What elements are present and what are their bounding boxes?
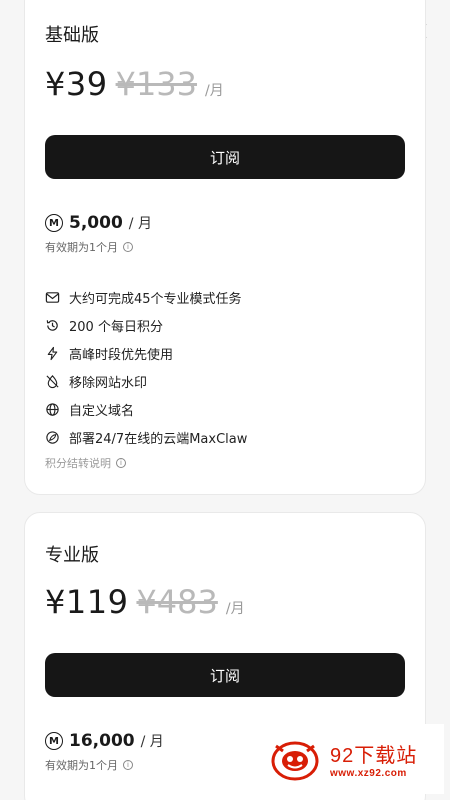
feature-item: 移除网站水印: [45, 367, 405, 395]
current-price: ¥119: [45, 583, 129, 621]
credits-amount: 16,000: [69, 731, 135, 751]
price-period: /月: [225, 601, 245, 617]
credits-rollover-note[interactable]: 积分结转说明 i: [45, 455, 126, 471]
feature-text: 移除网站水印: [69, 375, 148, 391]
info-icon: i: [116, 458, 126, 468]
site-watermark: 92下载站 www.xz92.com: [258, 724, 444, 794]
lightning-icon: [47, 346, 58, 360]
feature-item: 大约可完成45个专业模式任务: [45, 283, 405, 311]
validity-text: 有效期为1个月 i: [45, 757, 133, 773]
credits-icon: M: [45, 732, 63, 750]
credits-unit: / 月: [128, 216, 152, 232]
credits-icon: M: [45, 214, 63, 232]
original-price: ¥133: [115, 65, 198, 103]
price-row: ¥119 ¥483 /月: [45, 583, 245, 621]
info-icon[interactable]: i: [123, 242, 133, 252]
plan-card-basic: 基础版 ¥39 ¥133 /月 订阅 M 5,000 / 月 有效期为1个月 i…: [24, 0, 426, 495]
feature-text: 高峰时段优先使用: [69, 347, 174, 363]
feature-text: 自定义域名: [69, 403, 135, 419]
feature-text: 200 个每日积分: [69, 319, 163, 335]
watermark-url: www.xz92.com: [330, 768, 407, 779]
feature-text: 大约可完成45个专业模式任务: [69, 291, 242, 307]
price-period: /月: [205, 83, 224, 99]
plan-title: 专业版: [45, 545, 99, 566]
note-label: 积分结转说明: [45, 457, 111, 470]
feature-item: 200 个每日积分: [45, 311, 405, 339]
subscribe-button[interactable]: 订阅: [45, 653, 405, 697]
history-icon: [46, 319, 58, 331]
current-price: ¥39: [45, 65, 108, 103]
price-row: ¥39 ¥133 /月: [45, 65, 224, 103]
subscribe-button[interactable]: 订阅: [45, 135, 405, 179]
feature-item: 部署24/7在线的云端MaxClaw: [45, 423, 405, 451]
validity-label: 有效期为1个月: [45, 759, 118, 772]
credits-row: M 5,000 / 月: [45, 213, 152, 233]
info-icon[interactable]: i: [123, 760, 133, 770]
feature-list: 大约可完成45个专业模式任务 200 个每日积分 高峰时段优先使用 移除网站水印…: [45, 283, 405, 451]
feature-item: 自定义域名: [45, 395, 405, 423]
globe-icon: [46, 402, 59, 416]
cloud-deploy-icon: [46, 430, 59, 444]
credits-amount: 5,000: [69, 213, 123, 233]
feature-item: 高峰时段优先使用: [45, 339, 405, 367]
credits-unit: / 月: [140, 734, 164, 750]
validity-label: 有效期为1个月: [45, 241, 118, 254]
original-price: ¥483: [136, 583, 218, 621]
validity-text: 有效期为1个月 i: [45, 239, 133, 255]
mail-icon: [45, 291, 60, 303]
feature-text: 部署24/7在线的云端MaxClaw: [69, 431, 248, 447]
plan-title: 基础版: [45, 25, 99, 46]
watermark-logo-icon: [271, 741, 319, 781]
credits-row: M 16,000 / 月: [45, 731, 164, 751]
watermark-title: 92下载站: [330, 745, 418, 767]
no-watermark-icon: [46, 374, 59, 388]
